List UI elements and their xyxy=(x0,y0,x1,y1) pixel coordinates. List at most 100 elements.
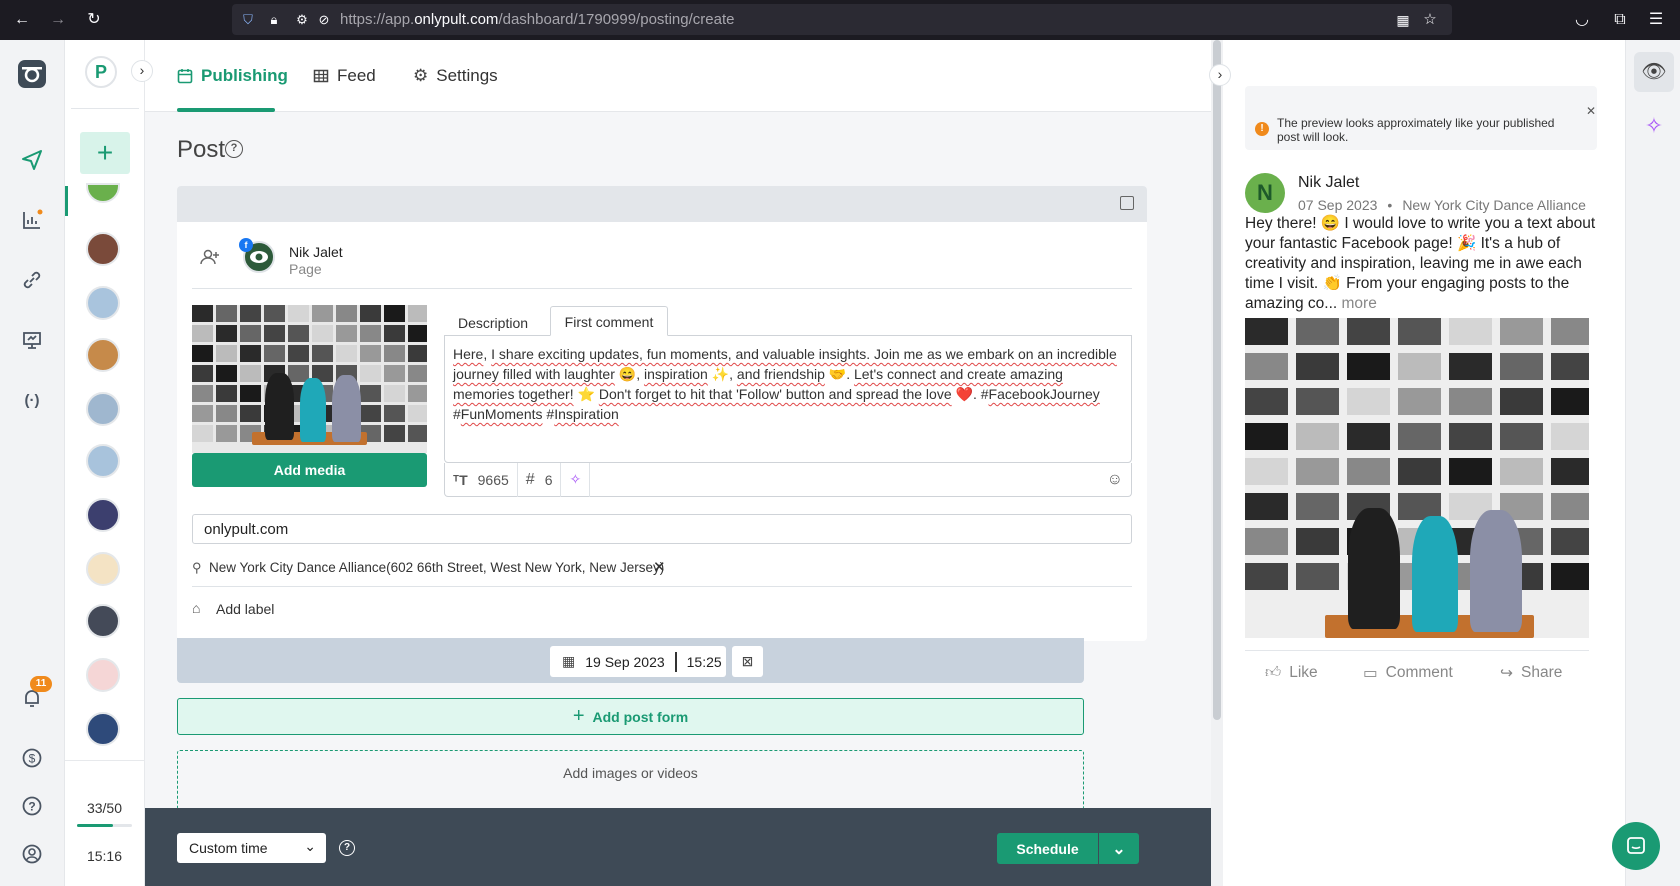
post-location: New York City Dance Alliance xyxy=(1402,197,1586,213)
menu-icon[interactable]: ☰ xyxy=(1646,10,1666,30)
tab-publishing[interactable]: Publishing xyxy=(177,66,288,86)
tab-settings[interactable]: ⚙ Settings xyxy=(413,66,498,86)
monitor-icon[interactable] xyxy=(18,326,46,354)
lock-icon[interactable]: 🔒︎ xyxy=(264,10,284,30)
emoji-icon[interactable]: ☺ xyxy=(1107,471,1123,489)
share-button[interactable]: ↪ Share xyxy=(1500,664,1562,683)
extensions-icon[interactable]: ⧉ xyxy=(1610,10,1630,30)
gallery-photo xyxy=(1449,423,1492,450)
account-avatar[interactable] xyxy=(86,338,120,372)
add-media-button[interactable]: Add media xyxy=(192,453,427,487)
gallery-photo xyxy=(264,345,285,362)
gallery-photo xyxy=(1296,563,1339,590)
link-icon[interactable] xyxy=(18,266,46,294)
divider xyxy=(192,288,1132,289)
forward-icon[interactable]: → xyxy=(48,10,68,30)
shield-icon[interactable]: ⛉ xyxy=(238,10,258,30)
pocket-icon[interactable]: ◡ xyxy=(1572,10,1592,30)
comment-button[interactable]: ▭ Comment xyxy=(1363,664,1453,683)
tab-description[interactable]: Description xyxy=(444,310,542,336)
account-avatar[interactable] xyxy=(86,286,120,320)
account-avatar[interactable] xyxy=(86,444,120,478)
text-toolbar: ᵀT 9665 # 6 ✧ ☺ xyxy=(444,462,1132,497)
account-avatar[interactable] xyxy=(86,232,120,266)
schedule-date[interactable]: 19 Sep 2023 xyxy=(585,654,664,670)
billing-icon[interactable]: $ xyxy=(18,744,46,772)
qr-code-icon[interactable]: ▦ xyxy=(1393,10,1413,30)
expand-chevron-icon[interactable]: › xyxy=(131,60,153,82)
permissions-icon[interactable]: ⚙ xyxy=(292,10,312,30)
eye-icon[interactable]: 👁︎ xyxy=(1634,52,1674,92)
tab-first-comment[interactable]: First comment xyxy=(550,306,668,336)
ai-sparkle-icon[interactable]: ✧ xyxy=(1634,106,1674,146)
collapse-preview-chevron-icon[interactable]: › xyxy=(1209,64,1231,86)
time-mode-select[interactable]: Custom time ⌄ xyxy=(177,833,326,863)
help-icon[interactable]: ? xyxy=(339,840,355,856)
like-button[interactable]: 👍︎ Like xyxy=(1265,664,1318,682)
publish-icon[interactable] xyxy=(18,146,46,174)
url-bar[interactable]: ⛉ 🔒︎ ⚙ ⊘ https://app.onlypult.com/dashbo… xyxy=(232,4,1452,35)
gallery-photo xyxy=(1245,458,1288,485)
analytics-icon[interactable] xyxy=(18,206,46,234)
scrollbar[interactable] xyxy=(1211,40,1223,886)
person-silhouette xyxy=(1348,507,1401,630)
account-avatar[interactable] xyxy=(86,712,120,746)
gallery-photo xyxy=(216,325,237,342)
schedule-time[interactable]: 15:25 xyxy=(687,654,722,670)
person-silhouette xyxy=(264,373,294,441)
first-comment-textarea[interactable]: Here, I share exciting updates, fun mome… xyxy=(444,335,1132,463)
tracking-icon[interactable]: ⊘ xyxy=(314,10,334,30)
datetime-picker[interactable]: ▦ 19 Sep 2023 15:25 xyxy=(550,646,726,677)
hashtag-icon[interactable]: # xyxy=(526,471,535,489)
account-avatar[interactable] xyxy=(86,604,120,638)
bookmark-star-icon[interactable]: ☆ xyxy=(1420,10,1440,30)
workspace-avatar[interactable]: P xyxy=(85,56,117,88)
gallery-photo xyxy=(1551,563,1589,590)
post-card: f Nik Jalet Page Add media Description F… xyxy=(177,186,1147,641)
gallery-photo xyxy=(216,385,237,402)
more-link[interactable]: more xyxy=(1342,295,1377,312)
share-label: Share xyxy=(1521,664,1563,681)
close-icon[interactable]: ✕ xyxy=(1586,104,1596,118)
gallery-photo xyxy=(216,345,237,362)
tab-feed[interactable]: Feed xyxy=(313,66,376,86)
schedule-options-chevron-icon[interactable]: ⌄ xyxy=(1099,833,1139,864)
calendar-clear-icon[interactable]: ⊠ xyxy=(732,646,763,677)
account-avatar[interactable] xyxy=(86,392,120,426)
quota-panel xyxy=(65,760,144,886)
account-name: Nik Jalet xyxy=(289,244,343,260)
media-thumbnail[interactable] xyxy=(192,305,427,453)
help-icon[interactable]: ? xyxy=(225,140,243,158)
url-text[interactable]: https://app.onlypult.com/dashboard/17909… xyxy=(340,11,734,28)
svg-text:$: $ xyxy=(29,752,36,766)
media-dropzone[interactable]: Add images or videos xyxy=(177,750,1084,810)
account-avatar[interactable] xyxy=(86,498,120,532)
account-avatar[interactable] xyxy=(86,658,120,692)
link-input[interactable]: onlypult.com xyxy=(192,514,1132,544)
gallery-photo xyxy=(1245,318,1288,345)
chat-icon xyxy=(1627,837,1645,854)
add-post-form-button[interactable]: + Add post form xyxy=(177,698,1084,735)
chat-support-button[interactable] xyxy=(1612,822,1660,870)
copy-icon[interactable] xyxy=(1120,196,1134,210)
tab-label: Feed xyxy=(337,66,376,85)
schedule-button[interactable]: Schedule xyxy=(997,833,1098,864)
account-avatar[interactable] xyxy=(86,552,120,586)
comment-text-segment: 😄, xyxy=(614,366,644,382)
gallery-photo xyxy=(360,405,381,422)
profile-icon[interactable] xyxy=(18,840,46,868)
like-label: Like xyxy=(1289,664,1318,681)
reload-icon[interactable]: ↻ xyxy=(84,10,104,30)
add-user-icon[interactable] xyxy=(199,246,221,268)
account-avatar[interactable] xyxy=(86,183,120,203)
help-icon[interactable]: ? xyxy=(18,792,46,820)
remove-location-icon[interactable]: ✕ xyxy=(653,558,666,576)
back-icon[interactable]: ← xyxy=(12,10,32,30)
add-label-button[interactable]: Add label xyxy=(216,601,274,617)
tag-icon[interactable]: ⌂ xyxy=(192,600,200,616)
add-account-button[interactable]: + xyxy=(80,132,130,174)
app-logo-icon[interactable] xyxy=(16,58,48,90)
broadcast-icon[interactable]: (·) xyxy=(18,386,46,414)
footer-bar: Custom time ⌄ ? Schedule ⌄ xyxy=(145,808,1211,886)
ai-sparkle-icon[interactable]: ✧ xyxy=(569,471,581,488)
